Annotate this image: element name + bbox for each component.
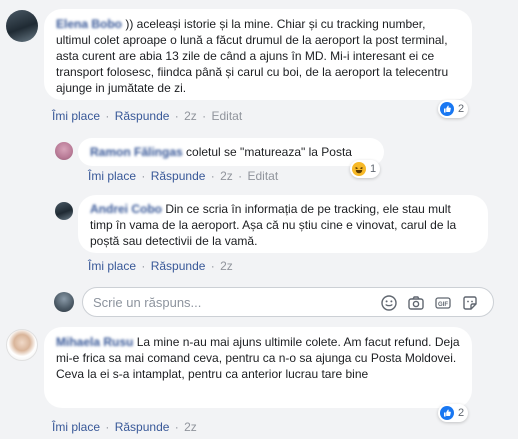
comment-author-4[interactable]: Mihaela Rusu	[56, 335, 133, 349]
reaction-summary-1[interactable]: 2	[438, 100, 469, 118]
timestamp-1[interactable]: 2z	[184, 109, 197, 123]
comment-actions-4: Îmi place · Răspunde · 2z	[52, 420, 197, 434]
comment-bubble-4: Mihaela Rusu La mine n-au mai ajuns ulti…	[44, 327, 472, 408]
like-link-1[interactable]: Îmi place	[52, 109, 100, 123]
comment-bubble-3: Andrei Cobo Din ce scria în informația d…	[78, 195, 488, 253]
timestamp-3[interactable]: 2z	[220, 259, 233, 273]
avatar-comment-2[interactable]	[55, 142, 73, 160]
like-link-2[interactable]: Îmi place	[88, 169, 136, 183]
camera-icon[interactable]	[407, 294, 425, 312]
avatar-comment-3[interactable]	[55, 202, 73, 220]
reaction-summary-4[interactable]: 2	[438, 404, 469, 422]
avatar-comment-1[interactable]	[6, 10, 38, 42]
gif-icon[interactable]: GIF	[434, 294, 452, 312]
like-reaction-icon	[440, 406, 454, 420]
comment-author-2[interactable]: Ramon Fălingas	[90, 145, 183, 159]
comment-text-2: coletul se "matureaza" la Posta	[186, 145, 352, 159]
reaction-count-1: 2	[458, 103, 465, 115]
comment-author-1[interactable]: Elena Bobo	[56, 17, 122, 31]
reply-input[interactable]	[91, 294, 365, 311]
reply-link-3[interactable]: Răspunde	[151, 259, 206, 273]
emoji-icon[interactable]	[380, 294, 398, 312]
avatar-comment-4[interactable]	[6, 329, 38, 361]
like-link-3[interactable]: Îmi place	[88, 259, 136, 273]
timestamp-4[interactable]: 2z	[184, 420, 197, 434]
reply-link-1[interactable]: Răspunde	[115, 109, 170, 123]
current-user-avatar	[54, 292, 74, 312]
edited-label-1[interactable]: Editat	[212, 109, 243, 123]
reaction-count-2: 1	[370, 163, 377, 175]
reaction-count-4: 2	[458, 407, 465, 419]
comment-actions-2: Îmi place · Răspunde · 2z · Editat	[88, 169, 279, 183]
reply-box: GIF	[82, 287, 494, 317]
reaction-summary-2[interactable]: 1	[350, 160, 381, 178]
sticker-icon[interactable]	[461, 294, 479, 312]
edited-label-2[interactable]: Editat	[248, 169, 279, 183]
comment-actions-3: Îmi place · Răspunde · 2z	[88, 259, 233, 273]
svg-text:GIF: GIF	[438, 302, 448, 308]
comment-bubble-2: Ramon Fălingas coletul se "matureaza" la…	[78, 138, 384, 166]
like-reaction-icon	[440, 102, 454, 116]
like-link-4[interactable]: Îmi place	[52, 420, 100, 434]
reply-link-2[interactable]: Răspunde	[151, 169, 206, 183]
haha-reaction-icon	[352, 162, 366, 176]
comment-actions-1: Îmi place · Răspunde · 2z · Editat	[52, 109, 243, 123]
comment-bubble-1: Elena Bobo )) aceleași istorie și la min…	[44, 9, 472, 100]
reply-link-4[interactable]: Răspunde	[115, 420, 170, 434]
timestamp-2[interactable]: 2z	[220, 169, 233, 183]
comment-author-3[interactable]: Andrei Cobo	[90, 202, 162, 216]
